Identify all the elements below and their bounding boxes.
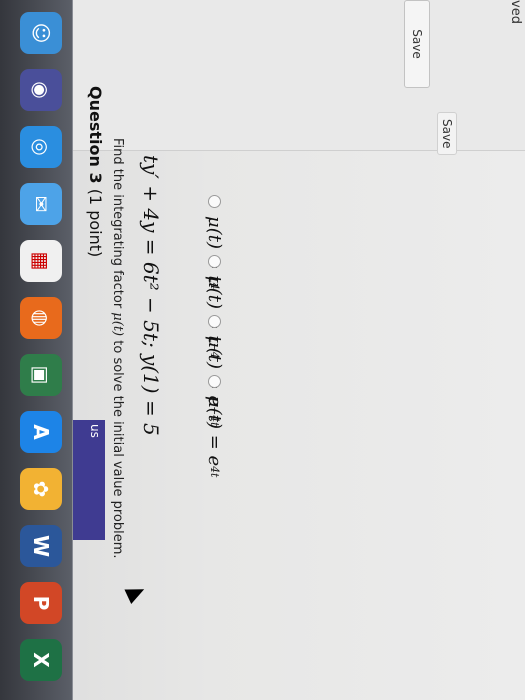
radio-option-3[interactable] [208, 315, 221, 328]
option-4-label: μ(t) = e [204, 396, 225, 467]
safari-icon[interactable]: ◎ [20, 126, 62, 168]
question-title: Question 3 (1 point) [86, 86, 105, 257]
save-button-top[interactable]: Save [404, 0, 430, 88]
prompt-mu: μ(t) [110, 312, 125, 337]
excel-icon[interactable]: X [20, 639, 62, 681]
question-prompt: Find the integrating factor μ(t) to solv… [110, 138, 125, 559]
powerpoint-icon[interactable]: P [20, 582, 62, 624]
calendar-icon[interactable]: ▦ [20, 240, 62, 282]
word-icon[interactable]: W [20, 525, 62, 567]
mouse-cursor [124, 581, 148, 605]
save-button-bottom[interactable]: Save [437, 112, 457, 156]
option-4[interactable]: μ(t) = e 4t [204, 375, 225, 477]
equation: ty′ + 4y = 6t² − 5t; y(1) = 5 [139, 155, 163, 436]
dock: ☺ ◉ ◎ ✉ ▦ ◍ ▣ A ✿ W P X [0, 0, 73, 700]
option-4-exp: 4t [208, 466, 221, 478]
page: ved 4 nse ponse us Save Save Question 3 … [0, 0, 525, 700]
status-label: us [88, 424, 102, 438]
radio-option-2[interactable] [208, 255, 221, 268]
firefox-icon[interactable]: ◍ [20, 297, 62, 339]
finder-icon[interactable]: ☺ [20, 12, 62, 54]
mail-icon[interactable]: ✉ [20, 183, 62, 225]
question-number: Question 3 [86, 86, 105, 184]
radio-option-1[interactable] [208, 195, 221, 208]
photos-icon[interactable]: ✿ [20, 468, 62, 510]
question-points: (1 point) [86, 188, 105, 258]
app-store-icon[interactable]: A [20, 411, 62, 453]
prompt-suffix: to solve the initial value problem. [110, 336, 125, 559]
sidebar-item-saved[interactable]: ved [508, 0, 523, 24]
radio-option-4[interactable] [208, 375, 221, 388]
siri-icon[interactable]: ◉ [20, 69, 62, 111]
app-icon[interactable]: ▣ [20, 354, 62, 396]
prompt-prefix: Find the integrating factor [110, 138, 125, 313]
